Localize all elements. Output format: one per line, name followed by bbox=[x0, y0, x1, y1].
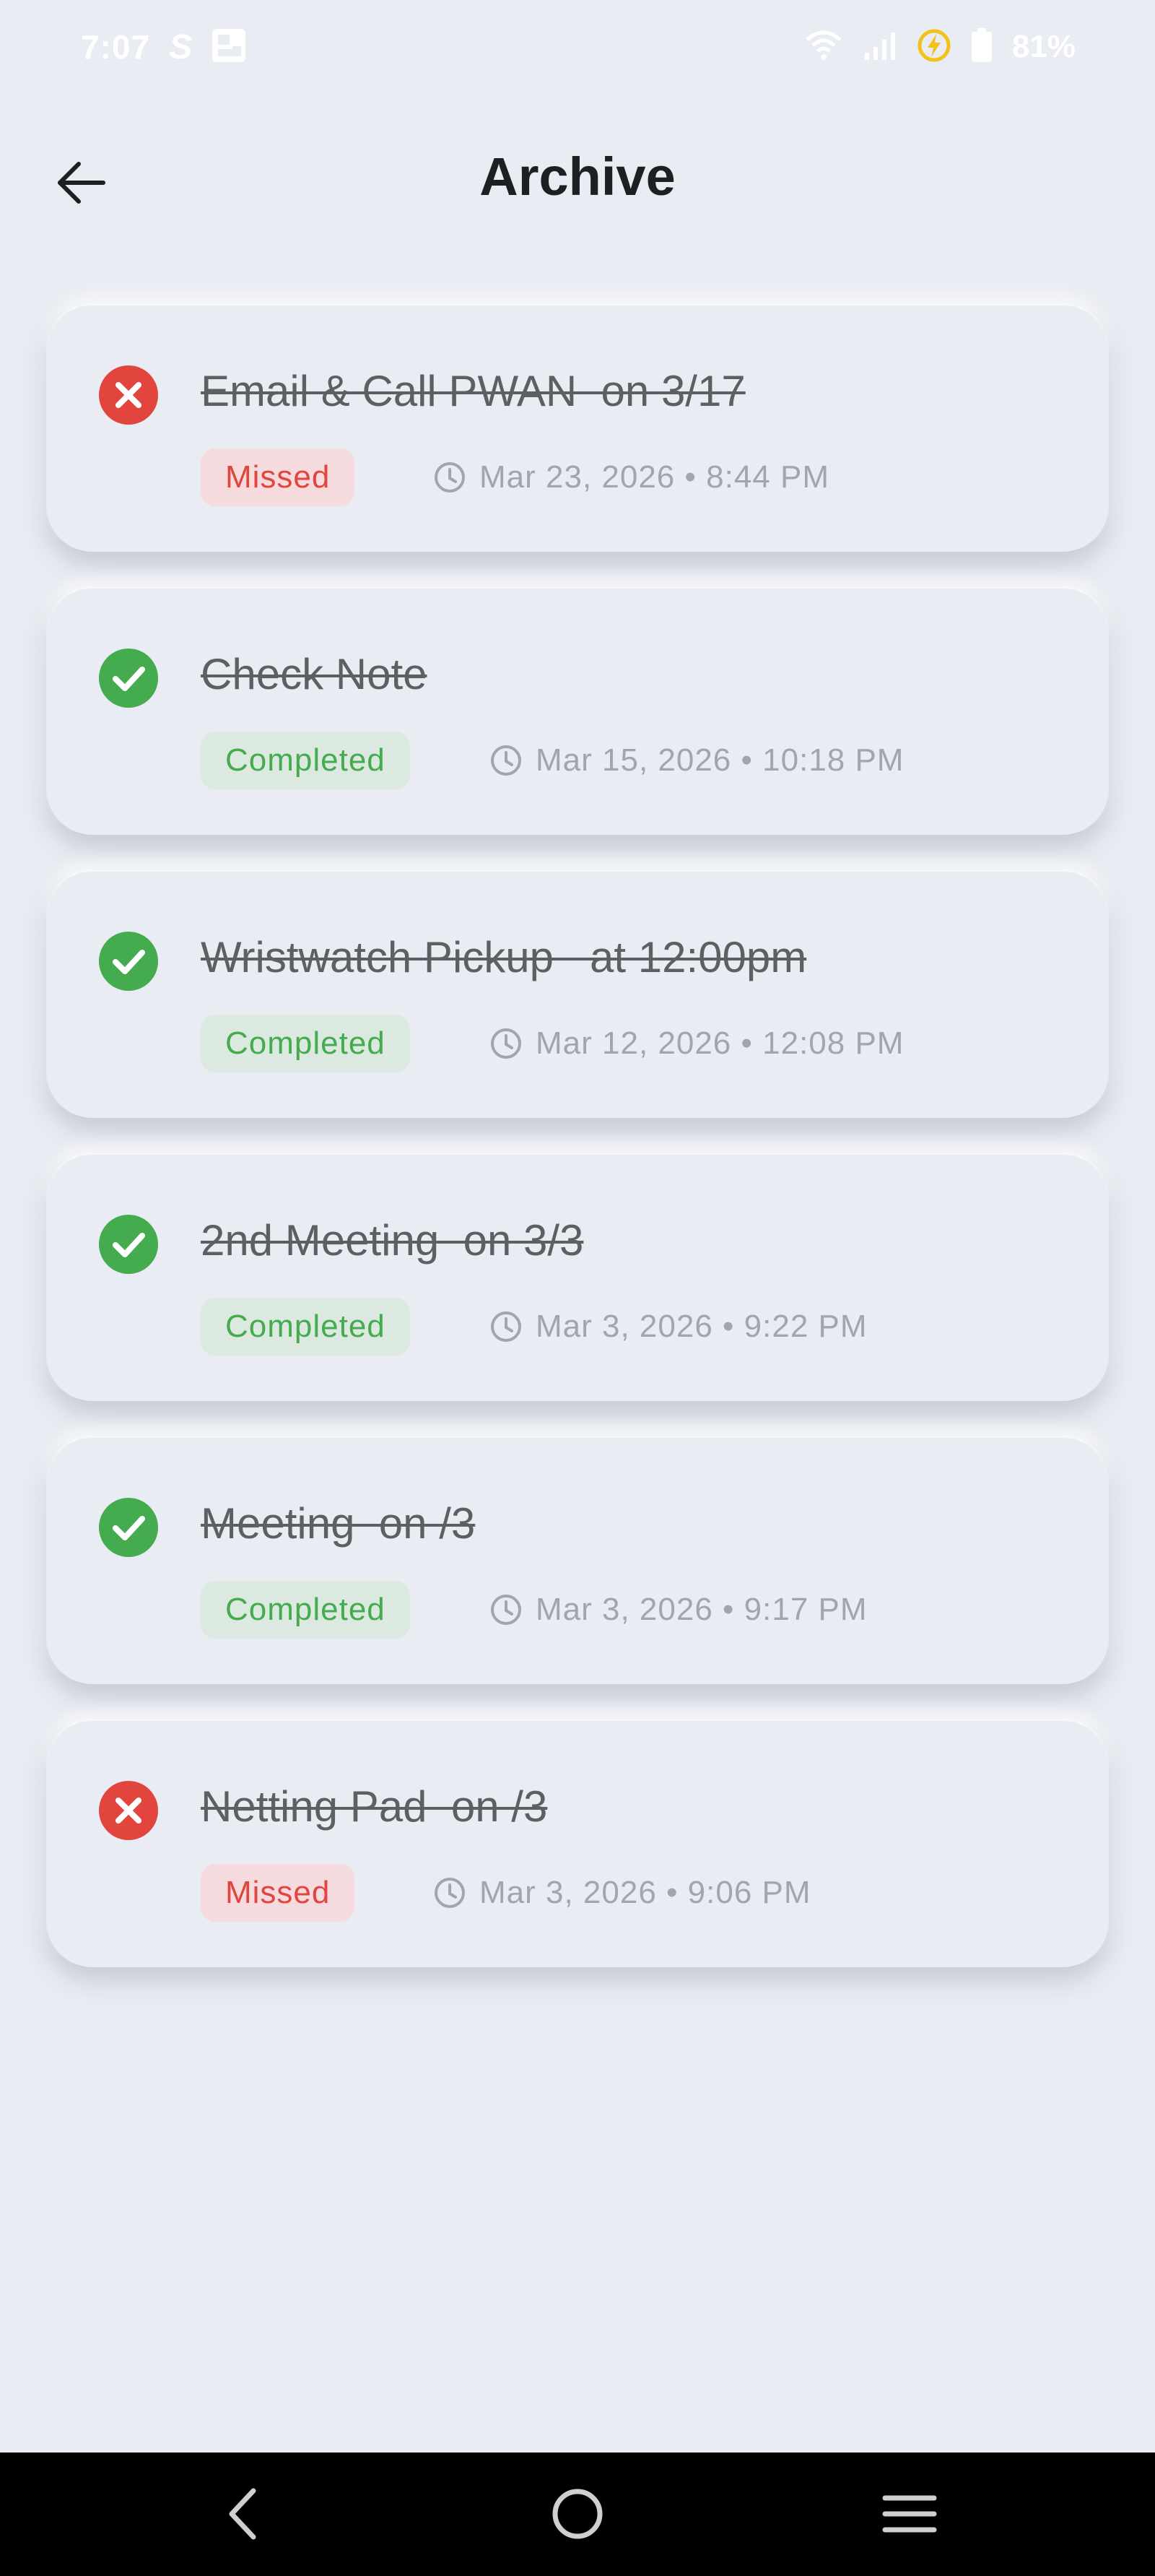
navigation-bar bbox=[0, 2453, 1155, 2576]
clock-icon bbox=[491, 1028, 521, 1059]
status-badge: Completed bbox=[201, 1581, 410, 1639]
signal-icon bbox=[862, 30, 898, 65]
check-circle-icon bbox=[99, 1498, 158, 1557]
task-meta: Mar 3, 2026 • 9:17 PM bbox=[489, 1581, 868, 1639]
nav-back-button[interactable] bbox=[204, 2474, 283, 2554]
task-datetime: Mar 12, 2026 • 12:08 PM bbox=[536, 1025, 905, 1061]
nav-recents-button[interactable] bbox=[870, 2474, 949, 2554]
status-badge: Completed bbox=[201, 1015, 410, 1072]
nav-home-button[interactable] bbox=[538, 2474, 617, 2554]
x-circle-icon bbox=[99, 1781, 158, 1840]
task-meta: Mar 3, 2026 • 9:22 PM bbox=[489, 1298, 868, 1356]
task-datetime: Mar 23, 2026 • 8:44 PM bbox=[479, 459, 829, 495]
battery-icon bbox=[970, 27, 993, 67]
status-badge: Missed bbox=[201, 448, 355, 506]
task-meta: Mar 3, 2026 • 9:06 PM bbox=[433, 1864, 811, 1922]
task-datetime: Mar 15, 2026 • 10:18 PM bbox=[536, 742, 905, 778]
page-title: Archive bbox=[479, 147, 676, 207]
task-title: Check Note bbox=[201, 650, 427, 698]
archive-task-card[interactable]: Email & Call PWAN on 3/17 Missed Mar 23, 2… bbox=[46, 303, 1109, 552]
app-root: 7:07 S 81% Archive Email & Call PWAN on … bbox=[0, 0, 1155, 2576]
status-left: 7:07 S bbox=[81, 27, 247, 67]
check-circle-icon bbox=[99, 649, 158, 708]
task-datetime: Mar 3, 2026 • 9:06 PM bbox=[479, 1875, 811, 1910]
status-badge: Missed bbox=[201, 1864, 355, 1922]
task-title: Email & Call PWAN on 3/17 bbox=[201, 367, 746, 415]
task-meta: Mar 12, 2026 • 12:08 PM bbox=[489, 1015, 904, 1072]
clock-icon bbox=[435, 462, 465, 493]
check-circle-icon bbox=[99, 932, 158, 991]
archive-task-card[interactable]: Wristwatch Pickup at 12:00pm Completed Mar… bbox=[46, 869, 1109, 1118]
status-bar: 7:07 S 81% bbox=[0, 0, 1155, 94]
task-title: Wristwatch Pickup at 12:00pm bbox=[201, 933, 807, 981]
nav-home-icon bbox=[552, 2489, 603, 2539]
arrow-left-icon bbox=[58, 162, 105, 204]
status-right: 81% bbox=[804, 27, 1076, 67]
task-title: Netting Pad on /3 bbox=[201, 1782, 548, 1831]
archive-task-card[interactable]: Meeting on /3 Completed Mar 3, 2026 • 9:17… bbox=[46, 1436, 1109, 1684]
app-header: Archive bbox=[0, 123, 1155, 231]
task-datetime: Mar 3, 2026 • 9:22 PM bbox=[536, 1309, 868, 1344]
archive-task-card[interactable]: Netting Pad on /3 Missed Mar 3, 2026 • 9:0… bbox=[46, 1719, 1109, 1967]
nav-back-icon bbox=[229, 2488, 256, 2540]
archive-list: Email & Call PWAN on 3/17 Missed Mar 23, 2… bbox=[46, 303, 1109, 2002]
carrier-s-icon: S bbox=[169, 27, 193, 66]
news-app-icon bbox=[211, 27, 247, 67]
task-datetime: Mar 3, 2026 • 9:17 PM bbox=[536, 1592, 868, 1627]
battery-percent: 81% bbox=[1011, 29, 1076, 64]
charging-icon bbox=[917, 28, 951, 66]
task-title: Meeting on /3 bbox=[201, 1499, 476, 1548]
task-meta: Mar 15, 2026 • 10:18 PM bbox=[489, 732, 904, 789]
archive-task-card[interactable]: 2nd Meeting on 3/3 Completed Mar 3, 2026 •… bbox=[46, 1153, 1109, 1401]
clock-icon bbox=[491, 1311, 521, 1342]
status-time: 7:07 bbox=[81, 28, 151, 66]
archive-task-card[interactable]: Check Note Completed Mar 15, 2026 • 10:18 … bbox=[46, 586, 1109, 835]
back-button[interactable] bbox=[49, 150, 114, 215]
task-title: 2nd Meeting on 3/3 bbox=[201, 1216, 584, 1265]
x-circle-icon bbox=[99, 365, 158, 425]
clock-icon bbox=[435, 1878, 465, 1908]
status-badge: Completed bbox=[201, 732, 410, 789]
check-circle-icon bbox=[99, 1215, 158, 1274]
clock-icon bbox=[491, 1595, 521, 1625]
status-badge: Completed bbox=[201, 1298, 410, 1356]
nav-recents-icon bbox=[882, 2495, 937, 2533]
task-meta: Mar 23, 2026 • 8:44 PM bbox=[433, 448, 829, 506]
wifi-icon bbox=[804, 30, 843, 65]
clock-icon bbox=[491, 745, 521, 776]
